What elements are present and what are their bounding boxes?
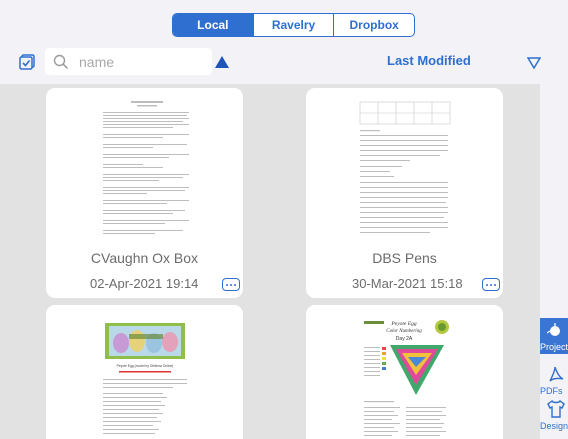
sidebar-item-pdfs[interactable]: PDFs <box>540 362 568 398</box>
search-input[interactable] <box>77 52 201 71</box>
file-date: 30-Mar-2021 15:18 <box>352 276 463 291</box>
document-thumbnail <box>359 101 451 233</box>
pattern-thumbnail: Peyote Egg Color Numbering Day 2A <box>364 320 449 436</box>
sidebar-item-label: PDFs <box>540 386 563 396</box>
more-options-button[interactable] <box>482 278 500 291</box>
tab-dropbox[interactable]: Dropbox <box>333 14 414 36</box>
file-date: 02-Apr-2021 19:14 <box>90 276 199 291</box>
sidebar-item-label: Designs <box>540 421 568 431</box>
pattern-thumbnail: Peyote Egg (model by Dihlinea Online) <box>103 323 187 434</box>
sort-descending-icon[interactable] <box>527 57 541 69</box>
file-card[interactable]: DBS Pens 30-Mar-2021 15:18 <box>306 88 503 298</box>
file-title: DBS Pens <box>372 250 437 266</box>
sidebar-item-projects[interactable]: Projects <box>540 318 568 354</box>
select-checkbox-icon[interactable] <box>19 54 35 70</box>
source-selector: Local Ravelry Dropbox <box>172 13 415 37</box>
file-card[interactable]: CVaughn Ox Box 02-Apr-2021 19:14 <box>46 88 243 298</box>
ball-icon <box>547 323 560 336</box>
file-card[interactable]: Peyote Egg (model by Dihlinea Online) <box>46 305 243 439</box>
pattern-subheading: Color Numbering <box>386 329 422 334</box>
pattern-heading: Peyote Egg (model by Dihlinea Online) <box>117 364 174 368</box>
more-options-button[interactable] <box>222 278 240 291</box>
file-card[interactable]: Peyote Egg Color Numbering Day 2A <box>306 305 503 439</box>
tab-ravelry[interactable]: Ravelry <box>252 14 334 36</box>
search-icon <box>53 54 69 69</box>
tab-local[interactable]: Local <box>173 14 253 36</box>
sort-field-label[interactable]: Last Modified <box>387 53 471 68</box>
sidebar-item-designs[interactable]: Designs <box>540 397 568 439</box>
sort-ascending-icon[interactable] <box>214 55 230 69</box>
search-box <box>45 48 212 75</box>
pdf-icon <box>549 366 564 382</box>
sidebar-item-label: Projects <box>540 342 568 352</box>
shirt-icon <box>547 399 565 418</box>
file-title: CVaughn Ox Box <box>90 250 199 266</box>
pattern-day: Day 2A <box>396 336 413 342</box>
document-thumbnail <box>103 101 189 234</box>
pattern-heading: Peyote Egg <box>390 321 416 327</box>
